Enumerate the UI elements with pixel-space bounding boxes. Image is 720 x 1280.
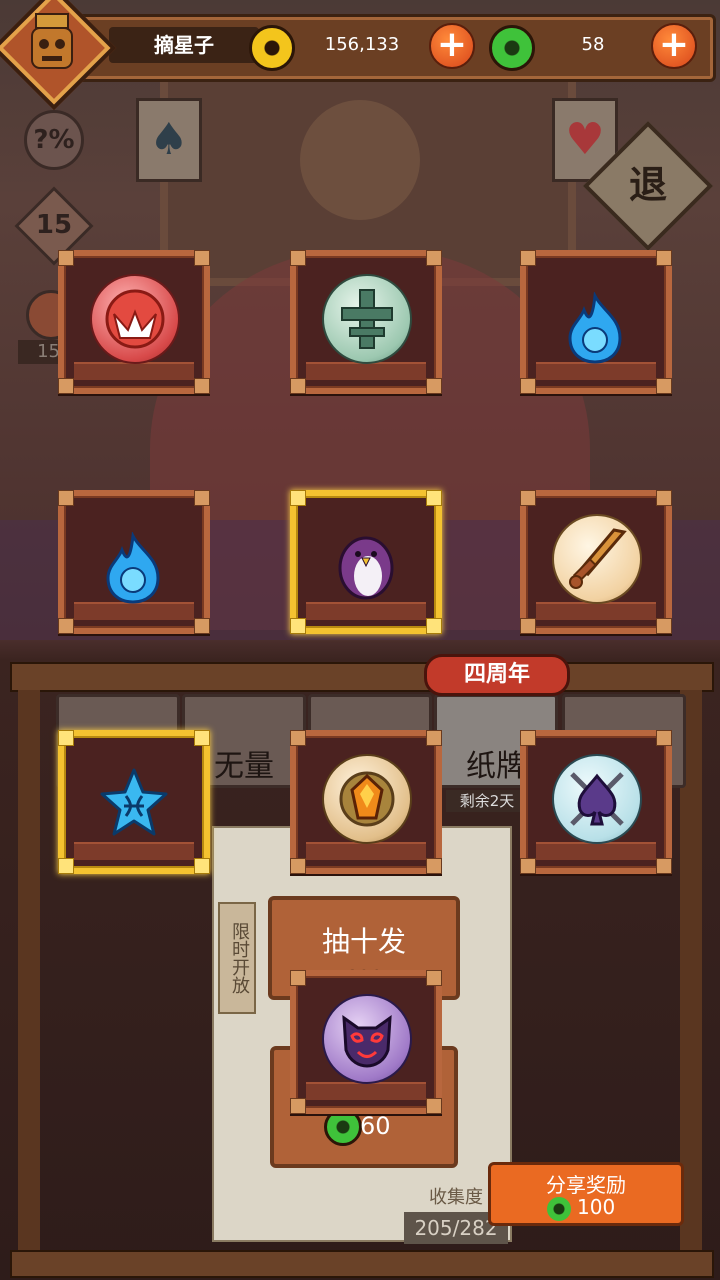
help-odds-label: ?% xyxy=(33,125,75,155)
cabinet-top-beam xyxy=(10,662,714,692)
help-odds-button[interactable]: ?% xyxy=(24,110,84,170)
game-screen: { "player": { "name": "摘星子" }, "currenci… xyxy=(0,0,720,1280)
gold-coin-icon xyxy=(249,25,295,71)
item-slot-pisces-star[interactable] xyxy=(58,730,210,874)
level-number: 15 xyxy=(35,210,73,240)
sword-icon xyxy=(552,514,642,604)
amber-gem-icon xyxy=(322,754,412,844)
tab-cards-label: 纸牌 xyxy=(466,749,526,784)
blue-flame-icon xyxy=(106,532,160,604)
avatar-icon[interactable] xyxy=(26,12,78,78)
gold-amount: 156,133 xyxy=(324,34,400,55)
cabinet-left-post xyxy=(18,690,40,1270)
item-slot-amber-gem[interactable] xyxy=(290,730,442,874)
item-slot-spade-swords[interactable] xyxy=(520,730,672,874)
item-slot-blue-flame-2[interactable] xyxy=(58,490,210,634)
green-totem-icon xyxy=(322,274,412,364)
top-bar: 摘星子 156,133 + 58 + xyxy=(60,14,716,82)
item-slot-golden-sword[interactable] xyxy=(520,490,672,634)
player-name-plate: 摘星子 xyxy=(109,27,259,63)
item-slot-purple-mask[interactable] xyxy=(290,970,442,1114)
add-gold-button[interactable]: + xyxy=(429,23,475,69)
share-jade-icon xyxy=(547,1197,571,1221)
share-reward-label: 分享奖励 xyxy=(546,1173,626,1197)
share-reward-button[interactable]: 分享奖励 100 xyxy=(488,1162,684,1226)
item-slot-phoenix-wings[interactable] xyxy=(58,250,210,394)
player-name: 摘星子 xyxy=(154,33,214,57)
draw-ten-label: 抽十发 xyxy=(321,925,406,958)
item-slot-purple-penguin[interactable] xyxy=(290,490,442,634)
spade-card-decoration: ♠ xyxy=(136,98,202,182)
purple-mask-icon xyxy=(322,994,412,1084)
add-jade-button[interactable]: + xyxy=(651,23,697,69)
jade-amount-box: 58 xyxy=(539,27,647,63)
penguin-icon xyxy=(338,536,394,600)
jade-coin-icon xyxy=(489,25,535,71)
anniversary-badge: 四周年 xyxy=(424,654,570,696)
blue-flame-icon xyxy=(568,292,622,364)
item-slot-green-totem[interactable] xyxy=(290,250,442,394)
tab-remaining-time: 剩余2天 xyxy=(446,790,528,812)
exit-label: 退 xyxy=(628,163,667,207)
spade-swords-icon xyxy=(552,754,642,844)
background-spade-emblem xyxy=(300,100,420,220)
tab-wuliang-label: 无量 xyxy=(214,749,274,784)
item-slot-blue-flame-1[interactable] xyxy=(520,250,672,394)
gold-amount-box: 156,133 xyxy=(299,27,425,63)
cabinet-bottom-beam xyxy=(10,1250,714,1278)
limited-tag: 限时开放 xyxy=(218,902,256,1014)
pisces-star-icon xyxy=(100,768,168,836)
event-count: 15 xyxy=(18,340,60,364)
red-wing-emblem-icon xyxy=(90,274,180,364)
jade-amount: 58 xyxy=(581,34,605,55)
share-reward-amount: 100 xyxy=(577,1195,616,1219)
